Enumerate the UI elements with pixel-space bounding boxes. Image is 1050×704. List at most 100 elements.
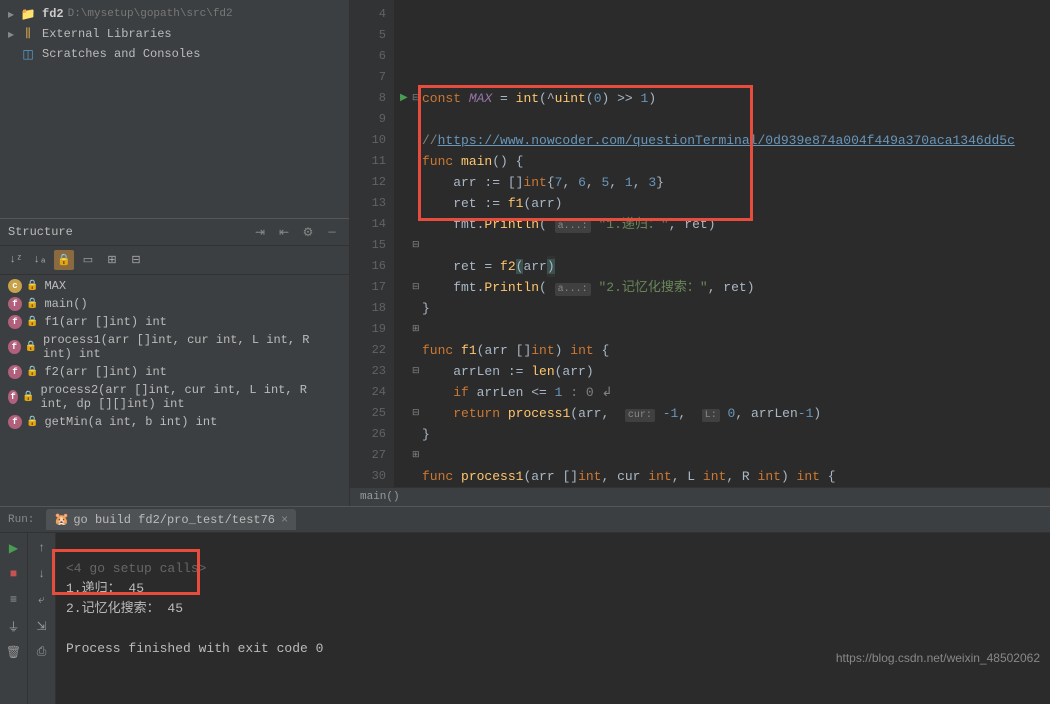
gutter-line[interactable]: 24 [354,382,386,403]
scroll-icon[interactable]: ⇲ [31,615,53,637]
code-line[interactable]: ret := f1(arr) [422,193,1042,214]
gutter-line[interactable]: 12 [354,172,386,193]
structure-item-name: main() [44,297,87,311]
code-line[interactable]: const MAX = int(^uint(0) >> 1) [422,88,1042,109]
gutter-line[interactable]: 17⊟ [354,277,386,298]
function-badge-icon: f [8,315,22,329]
tree-item-root[interactable]: ▸ 📁 fd2 D:\mysetup\gopath\src\fd2 [0,4,349,24]
code-line[interactable]: //https://www.nowcoder.com/questionTermi… [422,130,1042,151]
code-line[interactable]: func process1(arr []int, cur int, L int,… [422,466,1042,487]
code-line[interactable]: func main() { [422,151,1042,172]
go-icon: 🐹 [54,512,69,527]
function-badge-icon: f [8,340,21,354]
gutter-line[interactable]: 10 [354,130,386,151]
run-label: Run: [0,511,42,529]
expand-icon[interactable]: ⇤ [275,223,293,241]
gutter-line[interactable]: 22 [354,340,386,361]
code-line[interactable]: arr := []int{7, 6, 5, 1, 3} [422,172,1042,193]
code-line[interactable]: func f1(arr []int) int { [422,340,1042,361]
lock-icon: 🔒 [26,298,38,310]
code-line[interactable] [422,67,1042,88]
structure-item-name: process1(arr []int, cur int, L int, R in… [43,333,341,361]
structure-item[interactable]: f🔒f2(arr []int) int [0,363,349,381]
watermark: https://blog.csdn.net/weixin_48502062 [836,651,1040,665]
gear-icon[interactable]: ⚙ [299,223,317,241]
gutter-line[interactable]: 11 [354,151,386,172]
gutter-line[interactable]: 18 [354,298,386,319]
gutter-line[interactable]: 30 [354,466,386,487]
code-line[interactable] [422,109,1042,130]
editor-code[interactable]: const MAX = int(^uint(0) >> 1) //https:/… [394,0,1050,487]
run-toolbar-left: ▶ ■ ≡ ⏚ 🗑 [0,533,28,704]
run-tab[interactable]: 🐹 go build fd2/pro_test/test76 × [46,509,296,530]
gutter-line[interactable]: 15⊟ [354,235,386,256]
breadcrumb-item[interactable]: main() [360,491,400,503]
structure-item[interactable]: f🔒process2(arr []int, cur int, L int, R … [0,381,349,413]
code-line[interactable]: fmt.Println( a...: "1.递归：", ret) [422,214,1042,235]
gutter-line[interactable]: 25⊟ [354,403,386,424]
gutter-line[interactable]: 14 [354,214,386,235]
code-line[interactable]: return process1(arr, cur: -1, L: 0, arrL… [422,403,1042,424]
pin-icon[interactable]: ⏚ [3,615,25,637]
structure-item[interactable]: f🔒process1(arr []int, cur int, L int, R … [0,331,349,363]
layout-icon[interactable]: ≡ [3,589,25,611]
run-panel: Run: 🐹 go build fd2/pro_test/test76 × ▶ … [0,506,1050,671]
code-line[interactable]: } [422,424,1042,445]
sort2-btn[interactable]: ↓ₐ [30,250,50,270]
gutter-line[interactable]: 4 [354,4,386,25]
up-icon[interactable]: ↑ [31,537,53,559]
structure-title: Structure [8,225,73,239]
project-path: D:\mysetup\gopath\src\fd2 [68,8,233,20]
gutter-line[interactable]: 9 [354,109,386,130]
code-line[interactable] [422,235,1042,256]
function-badge-icon: f [8,297,22,311]
close-icon[interactable]: × [281,513,288,527]
structure-item[interactable]: f🔒getMin(a int, b int) int [0,413,349,431]
console-exit: Process finished with exit code 0 [66,641,323,656]
structure-item[interactable]: f 🔒 main() [0,295,349,313]
filter-folder-btn[interactable]: ▭ [78,250,98,270]
code-line[interactable]: } [422,298,1042,319]
hide-icon[interactable]: — [323,223,341,241]
code-line[interactable]: arrLen := len(arr) [422,361,1042,382]
collapse-icon[interactable]: ⇥ [251,223,269,241]
run-tab-name: go build fd2/pro_test/test76 [73,513,275,527]
down-icon[interactable]: ↓ [31,563,53,585]
gutter-line[interactable]: 23⊟ [354,361,386,382]
trash-icon[interactable]: 🗑 [3,641,25,663]
run-toolbar-inner: ↑ ↓ ⤶ ⇲ ⎙ [28,533,56,704]
gutter-line[interactable]: 13 [354,193,386,214]
code-line[interactable]: fmt.Println( a...: "2.记忆化搜索：", ret) [422,277,1042,298]
gutter-line[interactable]: 27⊞ [354,445,386,466]
structure-item[interactable]: c🔒MAX [0,277,349,295]
gutter-line[interactable]: 5 [354,25,386,46]
code-line[interactable]: if arrLen <= 1 : 0 ↲ [422,382,1042,403]
rerun-icon[interactable]: ▶ [3,537,25,559]
wrap-icon[interactable]: ⤶ [31,589,53,611]
editor-gutter[interactable]: 45678▶⊟9101112131415⊟1617⊟1819⊞2223⊟2425… [350,0,394,487]
run-console[interactable]: <4 go setup calls> 1.递归： 45 2.记忆化搜索： 45 … [56,533,1050,704]
lock-icon: 🔒 [22,391,34,403]
code-line[interactable] [422,319,1042,340]
tree-item-scratches[interactable]: ◫ Scratches and Consoles [0,44,349,64]
collapse-all-btn[interactable]: ⊟ [126,250,146,270]
gutter-line[interactable]: 6 [354,46,386,67]
expand-all-btn[interactable]: ⊞ [102,250,122,270]
gutter-line[interactable]: 19⊞ [354,319,386,340]
stop-icon[interactable]: ■ [3,563,25,585]
sort-btn[interactable]: ↓ᶻ [6,250,26,270]
code-line[interactable] [422,445,1042,466]
print-icon[interactable]: ⎙ [31,641,53,663]
project-name: fd2 [42,7,64,21]
structure-item[interactable]: f🔒f1(arr []int) int [0,313,349,331]
gutter-line[interactable]: 26 [354,424,386,445]
gutter-line[interactable]: 7 [354,67,386,88]
structure-item-name: MAX [44,279,66,293]
breadcrumb[interactable]: main() [350,487,1050,506]
filter-lock-btn[interactable]: 🔒 [54,250,74,270]
gutter-line[interactable]: 8▶⊟ [354,88,386,109]
code-line[interactable]: ret = f2(arr) [422,256,1042,277]
tree-item-extlibs[interactable]: ▸ ⫼ External Libraries [0,24,349,44]
structure-item-name: getMin(a int, b int) int [44,415,217,429]
gutter-line[interactable]: 16 [354,256,386,277]
